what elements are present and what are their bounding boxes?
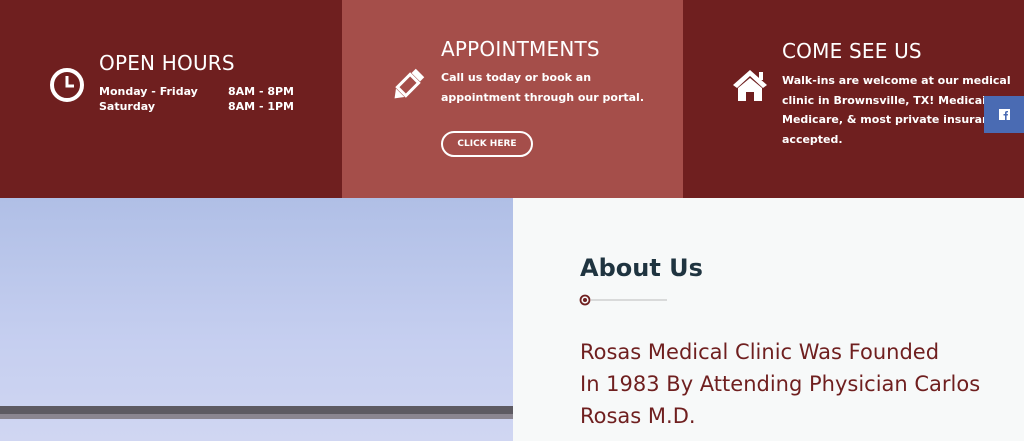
appointments-text-line: appointment through our portal.	[441, 90, 644, 104]
open-hours-title: OPEN HOURS	[99, 51, 235, 75]
visit-text: Walk-ins are welcome at our medical clin…	[782, 71, 1011, 149]
about-title: About Us	[580, 254, 703, 282]
hours-time: 8AM - 8PM	[228, 85, 294, 98]
about-section: About Us Rosas Medical Clinic Was Founde…	[513, 198, 1024, 441]
appointments-title: APPOINTMENTS	[441, 37, 600, 61]
appointments-text: Call us today or book an appointment thr…	[441, 68, 644, 107]
hours-day: Saturday	[99, 100, 155, 113]
clinic-photo	[0, 198, 513, 441]
come-see-us-title: COME SEE US	[782, 39, 922, 63]
visit-text-line: Walk-ins are welcome at our medical	[782, 74, 1011, 87]
facebook-button[interactable]	[984, 96, 1024, 133]
home-icon	[733, 70, 767, 101]
title-divider	[579, 294, 667, 306]
hours-day: Monday - Friday	[99, 85, 198, 98]
hours-row: Monday - Friday 8AM - 8PM	[99, 85, 294, 98]
appointments-text-line: Call us today or book an	[441, 71, 592, 84]
building-roof-edge	[0, 414, 513, 419]
facebook-icon	[999, 109, 1010, 120]
pencil-icon	[394, 68, 425, 99]
visit-text-line: clinic in Brownsville, TX! Medicaid,	[782, 93, 998, 107]
appointments-panel: APPOINTMENTS Call us today or book an ap…	[342, 0, 683, 198]
info-bar: OPEN HOURS Monday - Friday 8AM - 8PM Sat…	[0, 0, 1024, 198]
open-hours-panel: OPEN HOURS Monday - Friday 8AM - 8PM Sat…	[0, 0, 342, 198]
visit-text-line: accepted.	[782, 132, 843, 146]
click-here-button[interactable]: CLICK HERE	[441, 131, 533, 157]
visit-text-line: Medicare, & most private insurances	[782, 113, 1011, 126]
hours-time: 8AM - 1PM	[228, 100, 294, 113]
about-text: Rosas Medical Clinic Was Founded In 1983…	[580, 336, 1000, 432]
hours-row: Saturday 8AM - 1PM	[99, 100, 294, 113]
about-text-line: Rosas M.D.	[580, 404, 696, 428]
about-text-line: In 1983 By Attending Physician Carlos	[580, 372, 981, 396]
clock-icon	[50, 68, 84, 102]
about-text-line: Rosas Medical Clinic Was Founded	[580, 340, 940, 364]
come-see-us-panel: COME SEE US Walk-ins are welcome at our …	[683, 0, 1024, 198]
